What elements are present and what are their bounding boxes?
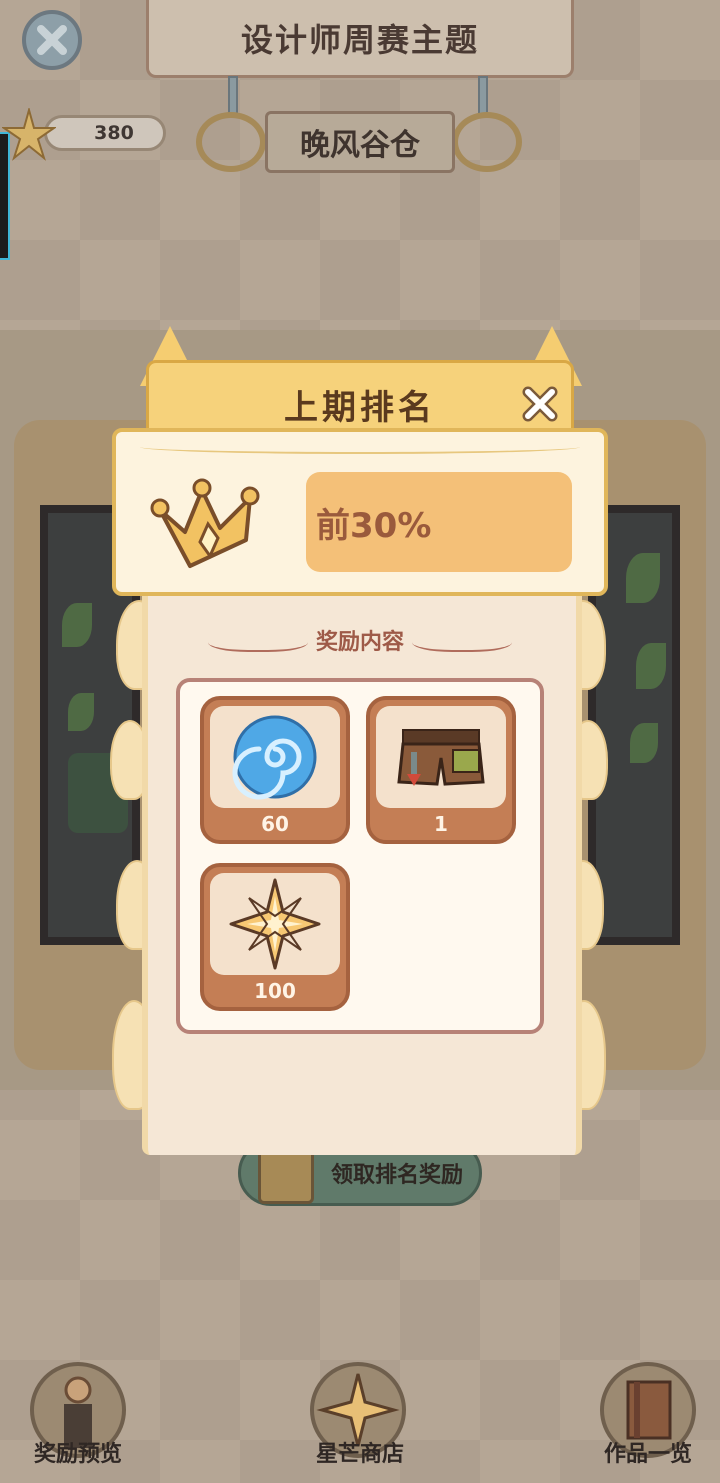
reward-quantity: 1: [434, 812, 448, 836]
reward-item[interactable]: 1: [366, 696, 516, 844]
nav-label-star-shop: 星芒商店: [315, 1442, 404, 1467]
reward-section-title: 奖励内容: [182, 620, 538, 660]
gift-icon: [258, 1148, 314, 1204]
crown-icon: [150, 478, 260, 568]
rank-panel-ornament: [140, 440, 580, 454]
rank-text: 前30%: [316, 505, 432, 546]
reward-item[interactable]: 100: [200, 863, 350, 1011]
page-title: 设计师周赛主题: [146, 0, 574, 78]
theme-plaque: 晚风谷仓: [200, 104, 520, 180]
star-currency-badge: 380: [44, 115, 166, 151]
ornament-left: [207, 628, 308, 652]
reward-section-label: 奖励内容: [315, 630, 404, 655]
reward-quantity: 60: [261, 812, 289, 836]
rank-value: 前30%: [306, 472, 572, 572]
popup-title-text: 上期排名: [284, 387, 436, 428]
claim-button-label: 领取排名奖励: [330, 1163, 463, 1188]
star-icon: [2, 108, 56, 161]
nav-label-reward-preview: 奖励预览: [33, 1442, 122, 1467]
star-count: 380: [94, 122, 134, 144]
nav-label-works-overview: 作品一览: [603, 1442, 692, 1467]
star-icon: [229, 878, 321, 970]
shorts-outfit-icon: [397, 729, 485, 786]
blue-swirl-icon: [232, 715, 317, 800]
reward-item[interactable]: 60: [200, 696, 350, 844]
close-icon: [522, 386, 558, 422]
ornament-right: [412, 628, 512, 652]
popup-close-button[interactable]: [516, 380, 564, 428]
close-icon: [37, 25, 67, 55]
close-button[interactable]: [22, 10, 82, 70]
theme-name: 晚风谷仓: [265, 111, 455, 173]
reward-quantity: 100: [254, 979, 296, 1003]
